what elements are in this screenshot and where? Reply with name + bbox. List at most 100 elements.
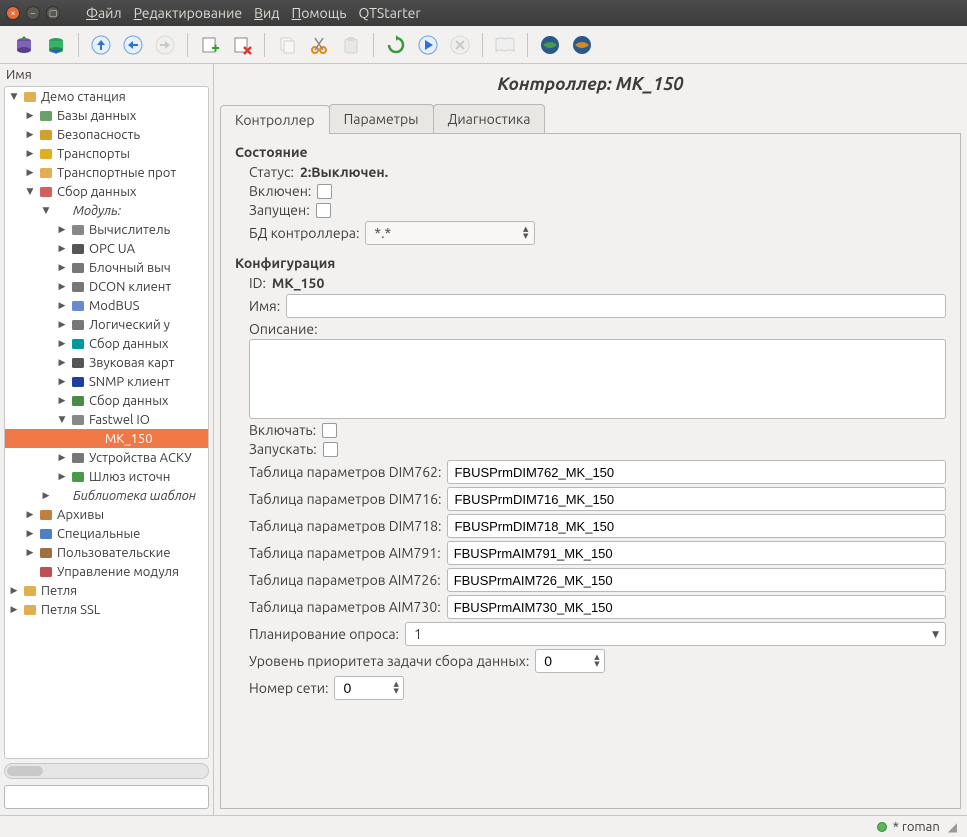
tree-filter-input[interactable] — [4, 785, 209, 809]
desc-textarea[interactable] — [249, 339, 946, 419]
tree-row[interactable]: ▼Модуль: — [5, 201, 208, 220]
table-input-4[interactable] — [447, 568, 946, 592]
tree-row[interactable]: ▶SNMP клиент — [5, 372, 208, 391]
expand-arrow-icon[interactable]: ▶ — [25, 110, 35, 121]
expand-arrow-icon[interactable]: ▶ — [9, 604, 19, 615]
nav-back-icon[interactable] — [119, 31, 147, 59]
net-value[interactable] — [343, 680, 393, 696]
prio-value[interactable] — [544, 653, 594, 669]
tree-row[interactable]: ▶Специальные — [5, 524, 208, 543]
tree-row[interactable]: ▶DCON клиент — [5, 277, 208, 296]
menu-view[interactable]: Вид — [250, 3, 283, 23]
app2-icon[interactable] — [568, 31, 596, 59]
tree-row[interactable]: ▶Логический у — [5, 315, 208, 334]
tree-hscrollbar[interactable] — [4, 763, 209, 779]
minimize-icon[interactable]: – — [26, 6, 40, 20]
maximize-icon[interactable]: ▢ — [46, 6, 60, 20]
expand-arrow-icon[interactable]: ▼ — [41, 205, 51, 216]
expand-arrow-icon[interactable]: ▶ — [25, 167, 35, 178]
tree-row[interactable]: ▶Сбор данных — [5, 391, 208, 410]
paste-icon[interactable] — [337, 31, 365, 59]
expand-arrow-icon[interactable]: ▶ — [57, 376, 67, 387]
name-input[interactable] — [286, 294, 946, 318]
app1-icon[interactable] — [536, 31, 564, 59]
expand-arrow-icon[interactable]: ▶ — [57, 338, 67, 349]
tree-row[interactable]: ▼Сбор данных — [5, 182, 208, 201]
nav-tree[interactable]: ▼Демо станция▶Базы данных▶Безопасность▶Т… — [4, 86, 209, 759]
expand-arrow-icon[interactable]: ▼ — [9, 91, 19, 102]
expand-arrow-icon[interactable]: ▶ — [57, 395, 67, 406]
cut-icon[interactable] — [305, 31, 333, 59]
tab-diagnostics[interactable]: Диагностика — [433, 104, 546, 133]
expand-arrow-icon[interactable]: ▶ — [57, 471, 67, 482]
tree-row[interactable]: ▶Вычислитель — [5, 220, 208, 239]
tab-parameters[interactable]: Параметры — [329, 104, 434, 133]
expand-arrow-icon[interactable]: ▶ — [57, 224, 67, 235]
table-input-1[interactable] — [447, 487, 946, 511]
tree-row[interactable]: ▶Пользовательские — [5, 543, 208, 562]
expand-arrow-icon[interactable]: ▶ — [25, 547, 35, 558]
tree-row[interactable]: ▶Транспортные прот — [5, 163, 208, 182]
tree-row[interactable]: ▶Безопасность — [5, 125, 208, 144]
db-save-icon[interactable] — [42, 31, 70, 59]
expand-arrow-icon[interactable]: ▶ — [57, 262, 67, 273]
table-input-3[interactable] — [447, 541, 946, 565]
expand-arrow-icon[interactable]: ▶ — [25, 528, 35, 539]
start-checkbox[interactable] — [323, 442, 338, 457]
tree-row[interactable]: ▼Демо станция — [5, 87, 208, 106]
menu-qtstarter[interactable]: QTStarter — [354, 3, 424, 23]
tree-row[interactable]: ▶Блочный выч — [5, 258, 208, 277]
expand-arrow-icon[interactable]: ▶ — [9, 585, 19, 596]
resize-grip-icon[interactable]: ◢ — [948, 820, 957, 834]
expand-arrow-icon[interactable]: ▶ — [57, 319, 67, 330]
running-checkbox[interactable] — [316, 203, 331, 218]
expand-arrow-icon[interactable]: ▶ — [41, 490, 51, 501]
nav-up-icon[interactable] — [87, 31, 115, 59]
close-icon[interactable]: × — [6, 6, 20, 20]
db-combo[interactable]: *.* ▲▼ — [365, 221, 535, 245]
nav-fwd-icon[interactable] — [151, 31, 179, 59]
expand-arrow-icon[interactable]: ▼ — [25, 186, 35, 197]
tree-row[interactable]: ▶Архивы — [5, 505, 208, 524]
table-input-0[interactable] — [447, 460, 946, 484]
tree-row[interactable]: ▶Базы данных — [5, 106, 208, 125]
table-input-5[interactable] — [447, 595, 946, 619]
tree-row[interactable]: ▶Устройства АСКУ — [5, 448, 208, 467]
expand-arrow-icon[interactable]: ▼ — [57, 414, 67, 425]
refresh-icon[interactable] — [382, 31, 410, 59]
menu-help[interactable]: Помощь — [288, 3, 351, 23]
sched-combo[interactable]: 1 ▼ — [405, 622, 946, 646]
expand-arrow-icon[interactable]: ▶ — [25, 148, 35, 159]
tree-row[interactable]: Управление модуля — [5, 562, 208, 581]
tree-row[interactable]: ▶Шлюз источн — [5, 467, 208, 486]
table-input-2[interactable] — [447, 514, 946, 538]
net-spinner[interactable]: ▲▼ — [334, 676, 403, 700]
book-icon[interactable] — [491, 31, 519, 59]
tree-row[interactable]: ▶Транспорты — [5, 144, 208, 163]
tab-controller[interactable]: Контроллер — [220, 105, 330, 134]
expand-arrow-icon[interactable]: ▶ — [57, 243, 67, 254]
tree-row[interactable]: MK_150 — [5, 429, 208, 448]
stop-icon[interactable] — [446, 31, 474, 59]
expand-arrow-icon[interactable]: ▶ — [57, 300, 67, 311]
enabled-checkbox[interactable] — [317, 184, 332, 199]
run-icon[interactable] — [414, 31, 442, 59]
tree-row[interactable]: ▶Петля — [5, 581, 208, 600]
expand-arrow-icon[interactable]: ▶ — [57, 281, 67, 292]
item-add-icon[interactable] — [196, 31, 224, 59]
menu-edit[interactable]: Редактирование — [130, 3, 246, 23]
item-del-icon[interactable] — [228, 31, 256, 59]
expand-arrow-icon[interactable]: ▶ — [57, 357, 67, 368]
tree-row[interactable]: ▶Библиотека шаблон — [5, 486, 208, 505]
tree-row[interactable]: ▶Петля SSL — [5, 600, 208, 619]
enable-checkbox[interactable] — [322, 423, 337, 438]
copy-icon[interactable] — [273, 31, 301, 59]
db-load-icon[interactable] — [10, 31, 38, 59]
tree-row[interactable]: ▶ModBUS — [5, 296, 208, 315]
tree-row[interactable]: ▶Сбор данных — [5, 334, 208, 353]
expand-arrow-icon[interactable]: ▶ — [57, 452, 67, 463]
menu-file[interactable]: Файл — [82, 3, 126, 23]
tree-row[interactable]: ▶OPC UA — [5, 239, 208, 258]
expand-arrow-icon[interactable]: ▶ — [25, 129, 35, 140]
expand-arrow-icon[interactable]: ▶ — [25, 509, 35, 520]
